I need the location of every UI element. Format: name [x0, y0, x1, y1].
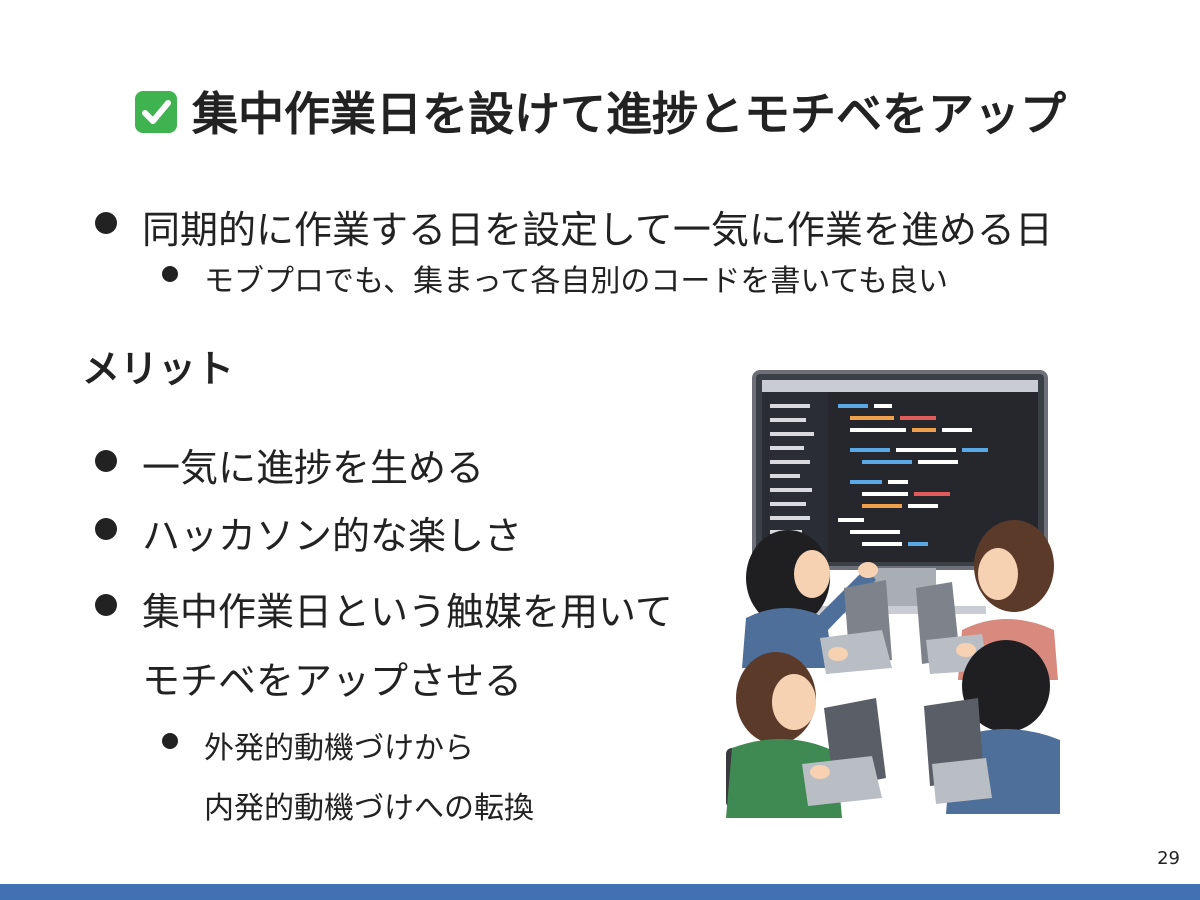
team-coding-hackathon-illustration	[716, 368, 1066, 823]
bullet-dot	[95, 450, 117, 472]
bullet-dot	[162, 266, 178, 282]
slide-title-row: 集中作業日を設けて進捗とモチベをアップ	[0, 78, 1200, 144]
bullet-hackathon-fun: ハッカソン的な楽しさ	[142, 514, 523, 558]
footer-bar	[0, 884, 1200, 900]
bullet-sync-work-day: 同期的に作業する日を設定して一気に作業を進める日	[142, 208, 1053, 252]
merit-heading: メリット	[82, 347, 235, 391]
bullet-catalyst-continuation: モチベをアップさせる	[142, 659, 523, 703]
bullet-intrinsic-continuation: 内発的動機づけへの転換	[204, 791, 534, 826]
bullet-dot	[95, 212, 117, 234]
bullet-progress: 一気に進捗を生める	[142, 446, 485, 490]
bullet-extrinsic: 外発的動機づけから	[204, 731, 474, 766]
bullet-dot	[95, 518, 117, 540]
page-number: 29	[1157, 848, 1180, 869]
bullet-dot	[95, 594, 117, 616]
bullet-dot	[162, 733, 178, 749]
bullet-mob-programming: モブプロでも、集まって各自別のコードを書いても良い	[204, 264, 948, 299]
slide-title: 集中作業日を設けて進捗とモチベをアップ	[192, 87, 1066, 141]
bullet-catalyst: 集中作業日という触媒を用いて	[142, 590, 673, 634]
check-mark-button-icon	[134, 90, 178, 134]
